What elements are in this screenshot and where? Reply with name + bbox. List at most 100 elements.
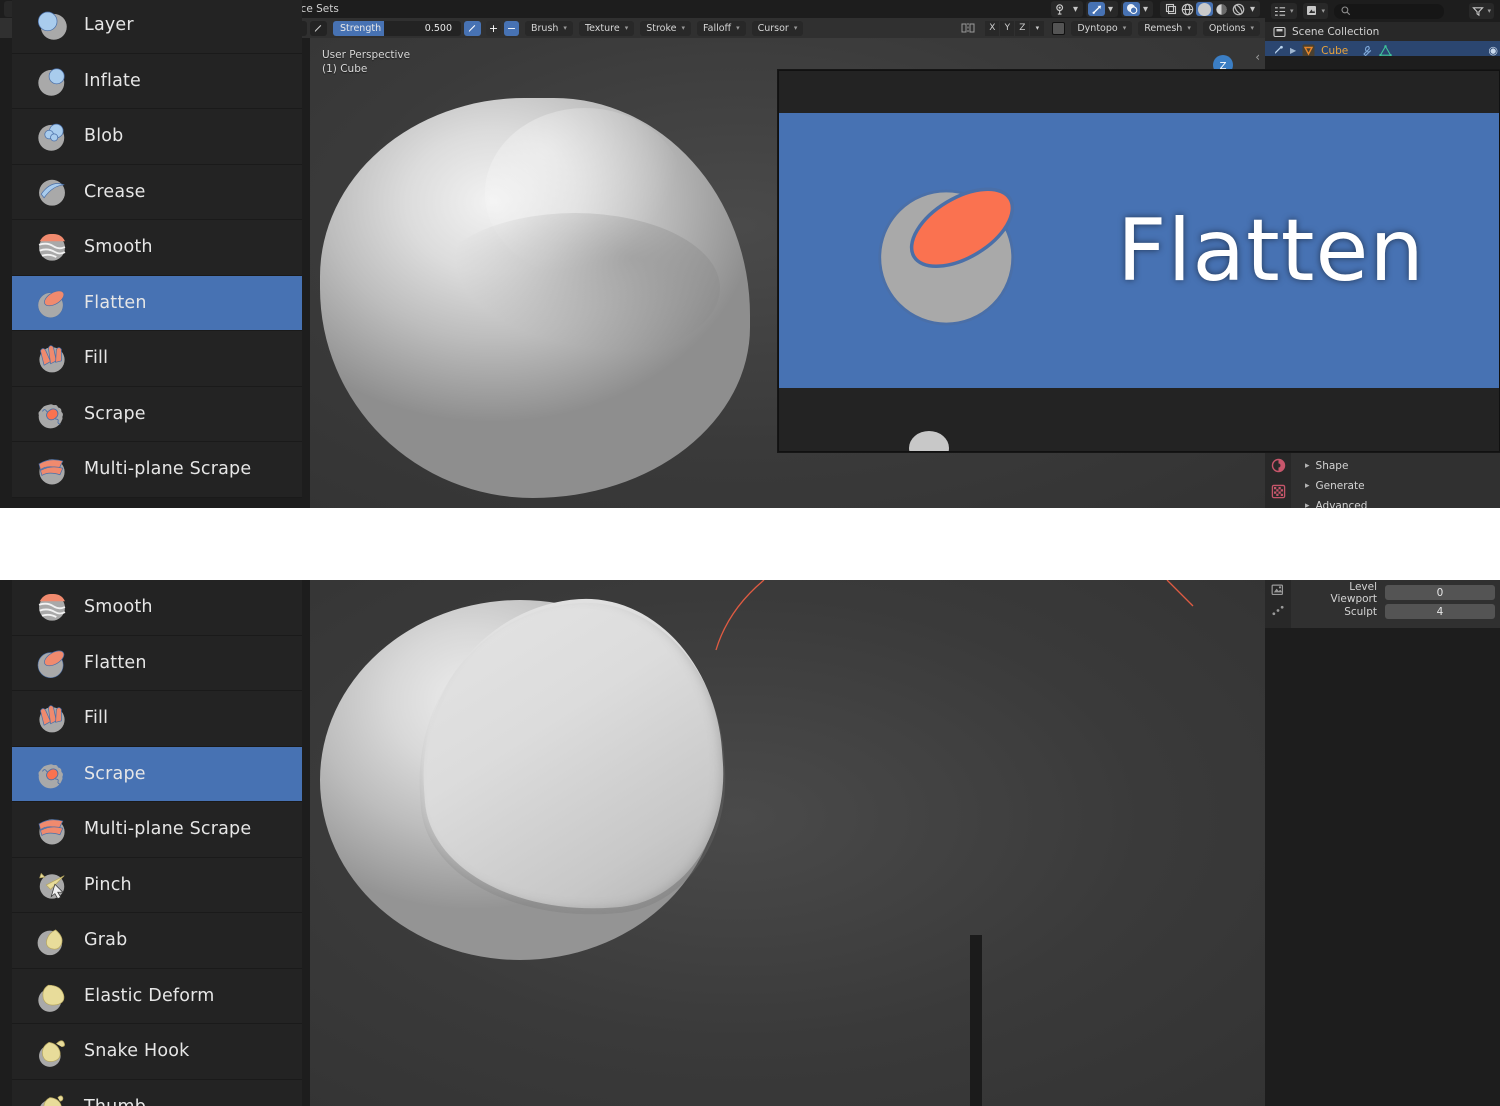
properties-section-advanced[interactable]: ▸ Advanced <box>1291 496 1500 508</box>
symmetry-axis-x[interactable]: X <box>985 21 999 36</box>
brush-item-crease[interactable]: Crease <box>12 165 302 221</box>
shading-group[interactable]: ▾ <box>1160 1 1260 17</box>
dropdown-remesh[interactable]: Remesh ▾ <box>1138 21 1197 36</box>
properties-editor-bottom[interactable]: Level Viewport 0 Sculpt 4 <box>1265 580 1500 628</box>
brush-item-pinch[interactable]: Pinch <box>12 858 302 914</box>
brush-item-multi-plane-scrape[interactable]: Multi-plane Scrape <box>12 442 302 498</box>
material-preview-icon[interactable] <box>1213 2 1230 16</box>
snap-magnet-icon[interactable] <box>1088 2 1105 16</box>
solid-icon[interactable] <box>1196 2 1213 16</box>
symmetry-icon[interactable] <box>961 19 975 38</box>
field-level-viewport[interactable]: Level Viewport 0 <box>1291 584 1500 601</box>
symmetry-axis-z[interactable]: Z <box>1015 21 1029 36</box>
viewport-sidebar-toggle-top[interactable]: ‹ <box>1255 50 1260 64</box>
properties-editor-top[interactable]: ▸ Shape ▸ Generate ▸ Advanced <box>1265 452 1500 508</box>
top-capture-panel: Z ‹ User Perspective (1) Cube <box>0 0 1500 508</box>
brush-fill-icon <box>34 340 70 376</box>
brush-item-multi-plane-scrape[interactable]: Multi-plane Scrape <box>12 802 302 858</box>
outliner-top[interactable]: ▾ ▾ <box>1265 0 1500 56</box>
brush-flatten-icon <box>864 163 1039 338</box>
brush-list-top[interactable]: Layer Inflate BlobCreaseSmoothFlatten Fill S… <box>12 0 302 488</box>
brush-item-grab[interactable]: Grab <box>12 913 302 969</box>
filter-funnel-icon[interactable]: ▾ <box>1469 3 1494 19</box>
field-sculpt[interactable]: Sculpt 4 <box>1291 603 1500 620</box>
brush-item-fill[interactable]: Fill <box>12 691 302 747</box>
disclosure-right-icon[interactable]: ▸ <box>1305 481 1310 491</box>
brush-flatten-icon <box>34 285 70 321</box>
disclosure-right-icon[interactable]: ▸ <box>1305 461 1310 471</box>
dyntopo-checkbox[interactable] <box>1052 22 1065 35</box>
chevron-down-icon[interactable]: ▾ <box>1070 2 1081 16</box>
disclosure-right-icon[interactable]: ▸ <box>1305 501 1310 508</box>
brush-smooth-icon <box>34 589 70 625</box>
chevron-down-icon: ▾ <box>736 24 740 32</box>
outliner-display-icon[interactable]: ▾ <box>1271 3 1297 19</box>
texture-icon[interactable] <box>1265 478 1291 504</box>
wireframe-icon[interactable] <box>1179 2 1196 16</box>
brush-subtract-button[interactable]: − <box>504 21 519 36</box>
snap-group[interactable]: ▾ <box>1086 1 1118 17</box>
dropdown-dyntopo[interactable]: Dyntopo ▾ <box>1071 21 1132 36</box>
strength-pressure-pen-icon[interactable] <box>464 21 481 36</box>
brush-item-smooth[interactable]: Smooth <box>12 580 302 636</box>
brush-item-layer[interactable]: Layer <box>12 0 302 54</box>
properties-tabs-top[interactable] <box>1265 452 1291 508</box>
radius-pressure-pen-icon[interactable] <box>310 21 327 36</box>
brush-item-fill[interactable]: Fill <box>12 331 302 387</box>
brush-item-thumb[interactable]: Thumb <box>12 1080 302 1106</box>
chevron-down-icon: ▾ <box>1487 7 1491 15</box>
field-sculpt-value[interactable]: 4 <box>1385 604 1495 619</box>
properties-section-shape[interactable]: ▸ Shape <box>1291 456 1500 476</box>
material-icon[interactable] <box>1265 452 1291 478</box>
brush-inflate-icon <box>34 63 70 99</box>
brush-item-snake-hook[interactable]: Snake Hook <box>12 1024 302 1080</box>
brush-list-bottom[interactable]: SmoothFlattenFillScrapeMulti-plane Scrap… <box>12 580 302 1106</box>
dropdown-options[interactable]: Options ▾ <box>1203 21 1260 36</box>
brush-item-inflate[interactable]: Inflate <box>12 54 302 110</box>
modifier-icon[interactable] <box>1265 580 1291 602</box>
brush-item-label: Inflate <box>84 71 141 91</box>
brush-item-label: Fill <box>84 348 108 368</box>
overlay-group[interactable]: ▾ <box>1121 1 1153 17</box>
brush-add-button[interactable]: + <box>486 21 501 36</box>
brush-item-smooth[interactable]: Smooth <box>12 220 302 276</box>
outliner-id-icon[interactable]: ▾ <box>1303 3 1329 19</box>
dropdown-stroke[interactable]: Stroke ▾ <box>640 21 691 36</box>
brush-item-elastic-deform[interactable]: Elastic Deform <box>12 969 302 1025</box>
visibility-eye-icon[interactable] <box>1053 2 1070 16</box>
visibility-group[interactable]: ▾ <box>1051 1 1083 17</box>
properties-section-generate[interactable]: ▸ Generate <box>1291 476 1500 496</box>
dropdown-falloff[interactable]: Falloff ▾ <box>697 21 746 36</box>
disclosure-right-icon[interactable]: ▶ <box>1290 46 1296 55</box>
search-input[interactable] <box>1334 4 1444 19</box>
dropdown-texture[interactable]: Texture ▾ <box>579 21 634 36</box>
brush-smooth-icon <box>34 229 70 265</box>
dropdown-brush[interactable]: Brush ▾ <box>525 21 573 36</box>
chevron-down-icon[interactable]: ▾ <box>1105 2 1116 16</box>
properties-tabs-bottom[interactable] <box>1265 580 1291 628</box>
field-level-viewport-value[interactable]: 0 <box>1385 585 1495 600</box>
symmetry-axis-y[interactable]: Y <box>1000 21 1014 36</box>
chevron-down-icon[interactable]: ▾ <box>1247 2 1258 16</box>
dropdown-cursor[interactable]: Cursor ▾ <box>752 21 804 36</box>
brush-item-scrape[interactable]: Scrape <box>12 747 302 803</box>
modifier-wrench-icon <box>1360 45 1373 57</box>
viewport-3d-bottom[interactable] <box>310 580 1265 1106</box>
outliner-cube-label: Cube <box>1321 45 1348 57</box>
overlays-icon[interactable] <box>1123 2 1140 16</box>
chevron-down-icon: ▾ <box>1123 24 1127 32</box>
strength-slider[interactable]: Strength 0.500 <box>333 21 461 36</box>
symmetry-axes[interactable]: X Y Z ▾ <box>985 21 1044 36</box>
rendered-icon[interactable] <box>1230 2 1247 16</box>
chevron-down-icon[interactable]: ▾ <box>1140 2 1151 16</box>
brush-item-scrape[interactable]: Scrape <box>12 387 302 443</box>
callout-flatten-highlight-row[interactable]: Flatten <box>779 113 1499 388</box>
particles-icon[interactable] <box>1265 602 1291 620</box>
brush-item-blob[interactable]: Blob <box>12 109 302 165</box>
properties-body-top: ▸ Shape ▸ Generate ▸ Advanced <box>1291 452 1500 508</box>
brush-item-flatten[interactable]: Flatten <box>12 276 302 332</box>
chevron-down-icon[interactable]: ▾ <box>1030 21 1044 36</box>
brush-item-flatten[interactable]: Flatten <box>12 636 302 692</box>
xray-icon[interactable] <box>1162 2 1179 16</box>
outliner-row-scene-collection[interactable]: Scene Collection <box>1265 22 1500 41</box>
